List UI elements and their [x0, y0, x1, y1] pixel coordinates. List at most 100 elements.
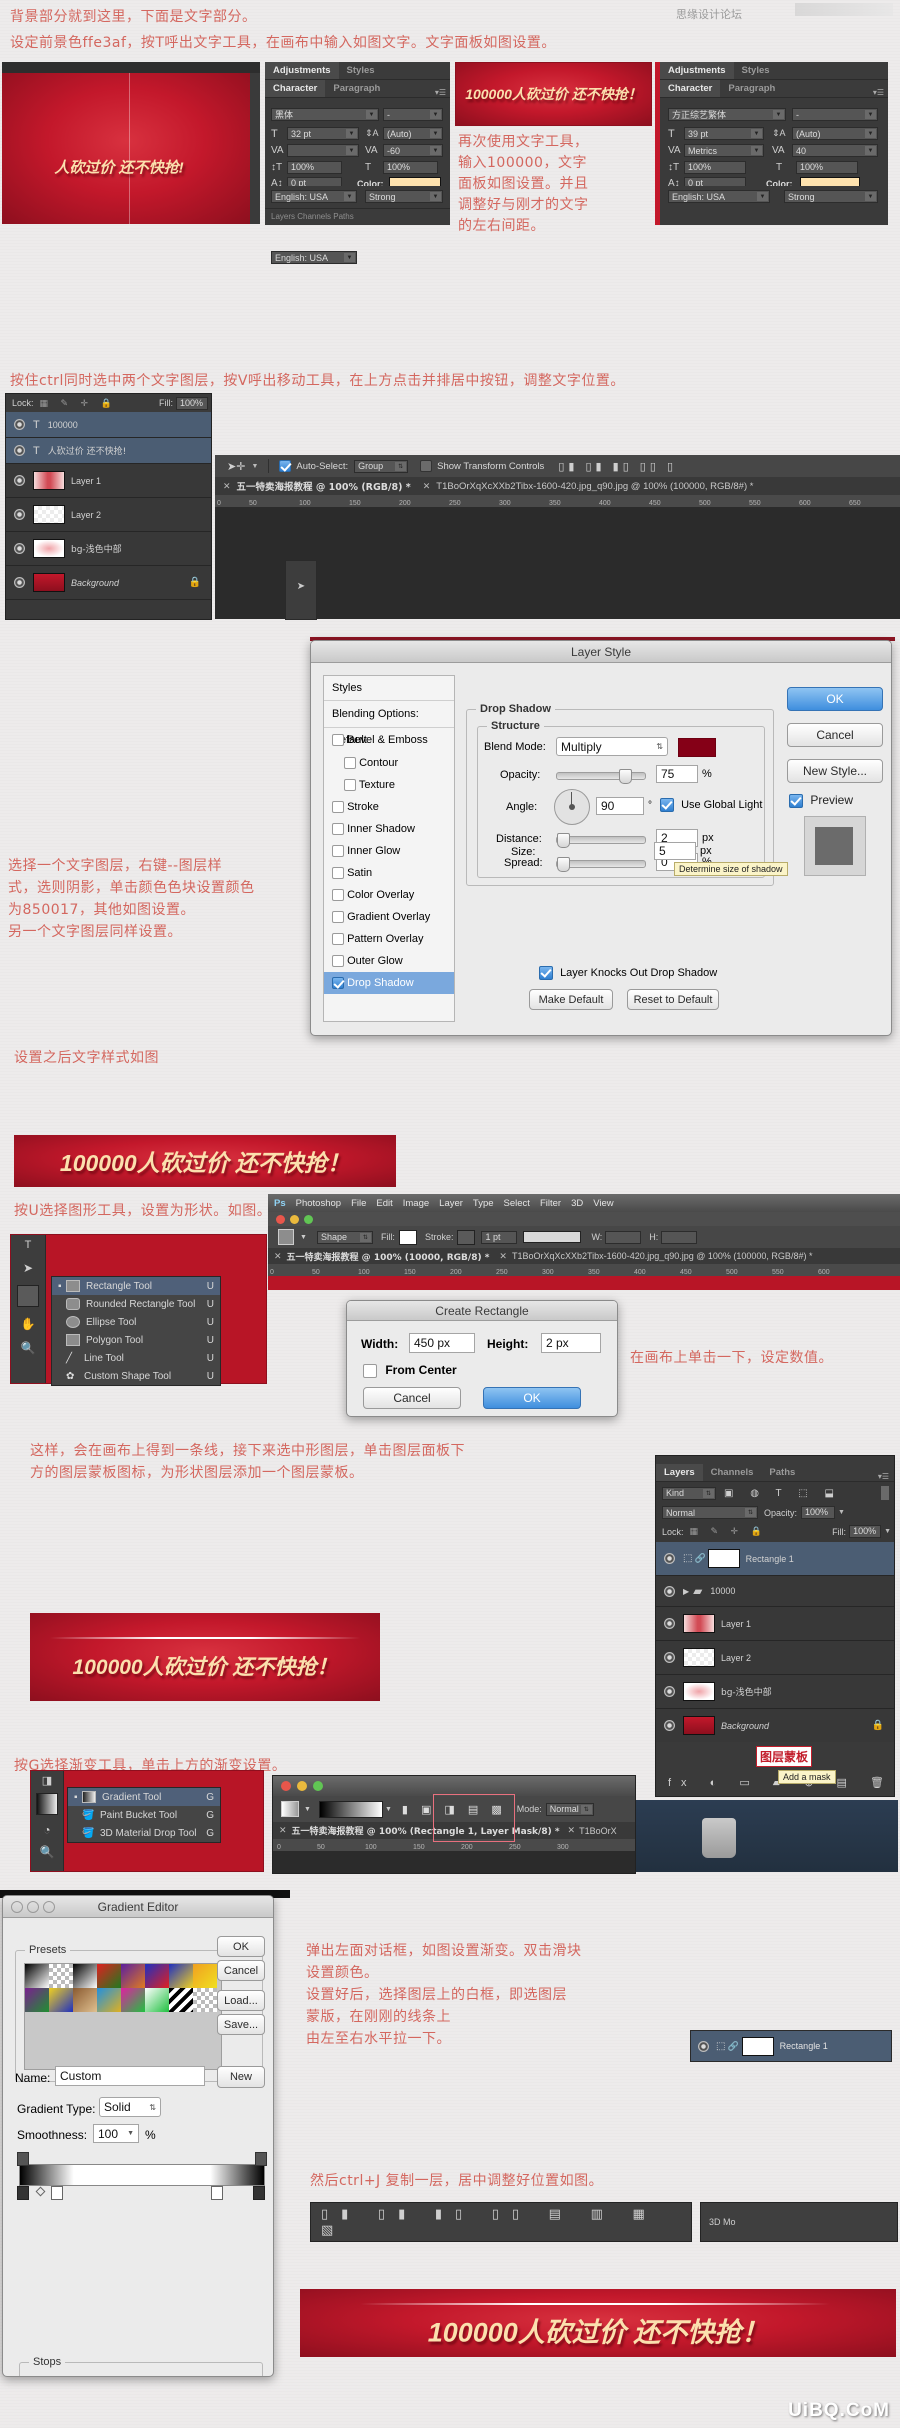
shadow-color-swatch[interactable] — [678, 738, 716, 757]
rectangle-tool-icon-ob[interactable] — [278, 1229, 294, 1245]
effect-row-texture[interactable]: Texture — [324, 774, 454, 796]
eye-icon[interactable] — [14, 475, 25, 486]
kerning-field-right[interactable]: Metrics ▼ — [684, 144, 764, 157]
stroke-width-field[interactable]: 1 pt — [481, 1230, 518, 1244]
preset-swatch[interactable] — [193, 1988, 217, 2012]
gradient-tool-icon[interactable] — [36, 1793, 58, 1815]
tracking-field-left[interactable]: -60 ▼ — [383, 144, 443, 157]
cancel-button-rect[interactable]: Cancel — [363, 1387, 461, 1409]
knocks-out-row[interactable]: Layer Knocks Out Drop Shadow — [539, 966, 717, 980]
font-style-select-left[interactable]: - ▼ — [383, 108, 443, 121]
spread-slider-knob[interactable] — [557, 857, 570, 872]
canvas-scrollbar-1[interactable] — [250, 73, 260, 224]
tab-paths[interactable]: Paths — [761, 1464, 803, 1481]
stroke-swatch[interactable] — [457, 1229, 476, 1245]
chevron-down-icon[interactable]: ▼ — [300, 1234, 307, 1241]
effect-checkbox[interactable] — [332, 933, 344, 946]
layer-mask-thumbnail[interactable] — [741, 2036, 774, 2056]
color-stop-mid-right[interactable] — [211, 2186, 223, 2200]
menu-type[interactable]: Type — [473, 1198, 494, 1209]
filter-toggle[interactable] — [881, 1486, 889, 1500]
new-gradient-button[interactable]: New — [217, 2066, 265, 2088]
effect-row-satin[interactable]: Satin — [324, 862, 454, 884]
eye-icon[interactable] — [14, 543, 25, 554]
preset-swatch[interactable] — [121, 1988, 145, 2012]
close-icon[interactable]: ✕ — [568, 1825, 576, 1836]
smoothness-field[interactable]: 100 ▼ — [93, 2124, 139, 2143]
auto-select-checkbox[interactable] — [279, 460, 292, 472]
menu-layer[interactable]: Layer — [439, 1198, 463, 1209]
midpoint-marker[interactable] — [35, 2186, 46, 2197]
fill-value-a[interactable]: 100% — [176, 396, 208, 410]
eye-icon[interactable] — [664, 1618, 675, 1629]
stroke-style-preview[interactable] — [523, 1231, 582, 1243]
maximize-window-button[interactable] — [313, 1781, 323, 1791]
fill-value-b[interactable]: 100% — [849, 1525, 882, 1538]
knocks-out-checkbox[interactable] — [539, 966, 553, 980]
width-field-ob[interactable] — [605, 1230, 642, 1244]
layer-row-text-cn[interactable]: T 人砍过价 还不快抢! — [6, 438, 211, 464]
distance-slider-knob[interactable] — [557, 833, 570, 848]
eye-icon[interactable] — [14, 509, 25, 520]
angle-field[interactable]: 90 — [596, 797, 644, 815]
blend-mode-select[interactable]: Multiply ⇅ — [556, 737, 668, 756]
opacity-stop-right[interactable] — [255, 2152, 267, 2166]
size-field[interactable]: 5 — [654, 842, 696, 860]
make-default-button[interactable]: Make Default — [529, 989, 613, 1010]
gradient-load-button[interactable]: Load... — [217, 1990, 265, 2011]
language-select-left[interactable]: English: USA ▼ — [271, 251, 357, 264]
gradient-strip[interactable] — [19, 2164, 265, 2186]
menu-item-line-tool[interactable]: ╱ Line Tool U — [52, 1349, 220, 1367]
use-global-light-row[interactable]: Use Global Light — [660, 798, 762, 812]
styles-label[interactable]: Styles — [324, 676, 454, 701]
layer-row-layer2-b[interactable]: Layer 2 — [656, 1641, 894, 1675]
opacity-slider-knob[interactable] — [619, 769, 632, 784]
menu-file[interactable]: File — [351, 1198, 366, 1209]
blend-mode-dropdown-b[interactable]: Normal ⇅ — [662, 1506, 758, 1519]
preset-swatch[interactable] — [121, 1964, 145, 1988]
effect-checkbox[interactable] — [332, 911, 344, 924]
panel-menu-icon-b[interactable]: ▾☰ — [878, 1472, 889, 1481]
minimize-window-button[interactable] — [297, 1781, 307, 1791]
align-buttons-group[interactable]: ▯▮ ▯▮ ▮▯ ▯▯ ▯ — [558, 460, 677, 473]
menu-filter[interactable]: Filter — [540, 1198, 561, 1209]
font-size-field-right[interactable]: 39 pt ▼ — [684, 127, 764, 140]
filter-kind-dropdown[interactable]: Kind ⇅ — [662, 1486, 716, 1500]
tab-character-r[interactable]: Character — [660, 80, 721, 97]
cancel-button[interactable]: Cancel — [787, 723, 883, 747]
eye-icon[interactable] — [664, 1585, 675, 1597]
close-window-button[interactable] — [11, 1901, 23, 1913]
effect-checkbox[interactable] — [332, 955, 344, 968]
height-field-ob[interactable] — [661, 1230, 698, 1244]
tab-character[interactable]: Character — [265, 80, 326, 97]
chevron-down-icon[interactable]: ▼ — [385, 1806, 392, 1813]
layer-row-group-10000[interactable]: ▶ ▰ 10000 — [656, 1576, 894, 1607]
layer-row-bg-light[interactable]: bg-浅色中部 — [6, 532, 211, 566]
leading-field-left[interactable]: (Auto) ▼ — [383, 127, 443, 140]
menu-item-polygon-tool[interactable]: Polygon Tool U — [52, 1331, 220, 1349]
eye-icon[interactable] — [698, 2040, 709, 2052]
menu-item-rounded-rectangle-tool[interactable]: Rounded Rectangle Tool U — [52, 1295, 220, 1313]
path-selection-tool-icon[interactable]: ➤ — [11, 1251, 45, 1275]
minimize-window-button[interactable] — [290, 1214, 299, 1224]
effect-checkbox[interactable] — [332, 801, 344, 814]
reset-default-button[interactable]: Reset to Default — [627, 989, 719, 1010]
close-icon[interactable]: ✕ — [499, 1251, 507, 1262]
preset-swatch[interactable] — [25, 1964, 49, 1988]
preview-row[interactable]: Preview — [789, 793, 853, 808]
effect-row-drop-shadow[interactable]: Drop Shadow — [324, 972, 454, 994]
tab-styles-r[interactable]: Styles — [734, 62, 778, 79]
new-style-button[interactable]: New Style... — [787, 759, 883, 783]
effect-checkbox[interactable] — [332, 734, 344, 747]
menu-view[interactable]: View — [593, 1198, 613, 1209]
opacity-field[interactable]: 75 — [656, 765, 698, 783]
preset-swatch[interactable] — [73, 1964, 97, 1988]
eye-icon[interactable] — [14, 577, 25, 588]
effect-checkbox[interactable] — [332, 845, 344, 858]
from-center-checkbox[interactable] — [363, 1363, 377, 1378]
maximize-window-button[interactable] — [304, 1214, 313, 1224]
eye-icon[interactable] — [664, 1720, 675, 1731]
eye-icon[interactable] — [14, 419, 25, 430]
preset-swatch[interactable] — [25, 1988, 49, 2012]
show-transform-checkbox[interactable] — [420, 460, 433, 472]
